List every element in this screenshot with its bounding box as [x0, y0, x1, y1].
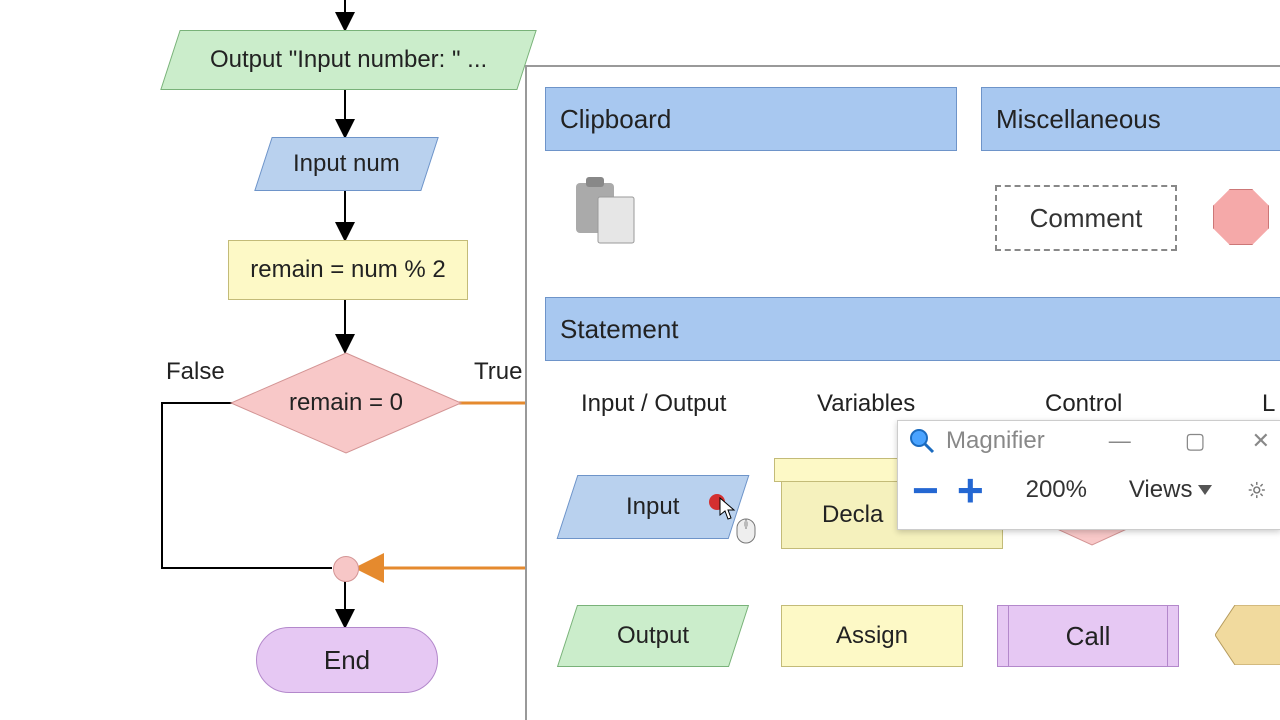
- settings-icon[interactable]: [1248, 478, 1266, 502]
- shape-template-input-label: Input: [626, 493, 679, 521]
- shape-template-declare-label: Decla: [822, 501, 883, 529]
- shape-template-stop[interactable]: [1213, 189, 1269, 245]
- close-button[interactable]: ✕: [1252, 428, 1270, 454]
- zoom-in-button[interactable]: +: [957, 467, 984, 513]
- minimize-button[interactable]: —: [1109, 428, 1131, 454]
- section-header-statement: Statement: [545, 297, 1280, 361]
- shape-template-call[interactable]: Call: [997, 605, 1179, 667]
- flow-node-assign[interactable]: remain = num % 2: [228, 240, 468, 300]
- category-vars: Variables: [817, 390, 915, 418]
- section-header-misc: Miscellaneous: [981, 87, 1280, 151]
- category-io: Input / Output: [581, 390, 726, 418]
- flow-merge-node: [333, 556, 359, 582]
- views-dropdown-label: Views: [1129, 476, 1193, 504]
- magnifier-title-label: Magnifier: [946, 427, 1045, 455]
- flow-node-input[interactable]: Input num: [254, 137, 439, 191]
- shape-template-loop[interactable]: [1215, 605, 1280, 665]
- views-dropdown[interactable]: Views: [1129, 476, 1213, 504]
- shape-template-output-label: Output: [617, 622, 689, 650]
- magnifier-icon: [908, 427, 936, 455]
- category-ctrl: Control: [1045, 390, 1122, 418]
- zoom-out-button[interactable]: −: [912, 467, 939, 513]
- shape-template-comment[interactable]: Comment: [995, 185, 1177, 251]
- flow-node-output[interactable]: Output "Input number: " ...: [160, 30, 536, 90]
- shape-template-output[interactable]: Output: [557, 605, 749, 667]
- shape-template-assign[interactable]: Assign: [781, 605, 963, 667]
- section-header-misc-label: Miscellaneous: [996, 104, 1161, 135]
- shape-template-call-label: Call: [1066, 621, 1111, 652]
- mouse-icon: [735, 515, 757, 545]
- paste-icon[interactable]: [572, 177, 642, 247]
- maximize-button[interactable]: ▢: [1185, 428, 1206, 454]
- shape-template-assign-label: Assign: [836, 622, 908, 650]
- flow-node-end[interactable]: End: [256, 627, 438, 693]
- decision-false-label: False: [166, 358, 225, 386]
- magnifier-window[interactable]: Magnifier — ▢ ✕ − + 200% Views: [897, 420, 1280, 530]
- chevron-down-icon: [1198, 485, 1212, 495]
- shape-palette-panel: Clipboard Miscellaneous Comment Statemen…: [525, 65, 1280, 720]
- flow-node-decision[interactable]: [229, 351, 463, 455]
- flow-node-output-label: Output "Input number: " ...: [210, 46, 487, 74]
- shape-template-comment-label: Comment: [1030, 203, 1143, 234]
- section-header-statement-label: Statement: [560, 314, 679, 345]
- zoom-level: 200%: [1026, 476, 1087, 504]
- flow-node-assign-label: remain = num % 2: [250, 256, 445, 284]
- flow-node-end-label: End: [324, 645, 370, 676]
- flow-node-input-label: Input num: [293, 150, 400, 178]
- category-loops: L: [1262, 390, 1275, 418]
- section-header-clipboard: Clipboard: [545, 87, 957, 151]
- section-header-clipboard-label: Clipboard: [560, 104, 671, 135]
- decision-true-label: True: [474, 358, 522, 386]
